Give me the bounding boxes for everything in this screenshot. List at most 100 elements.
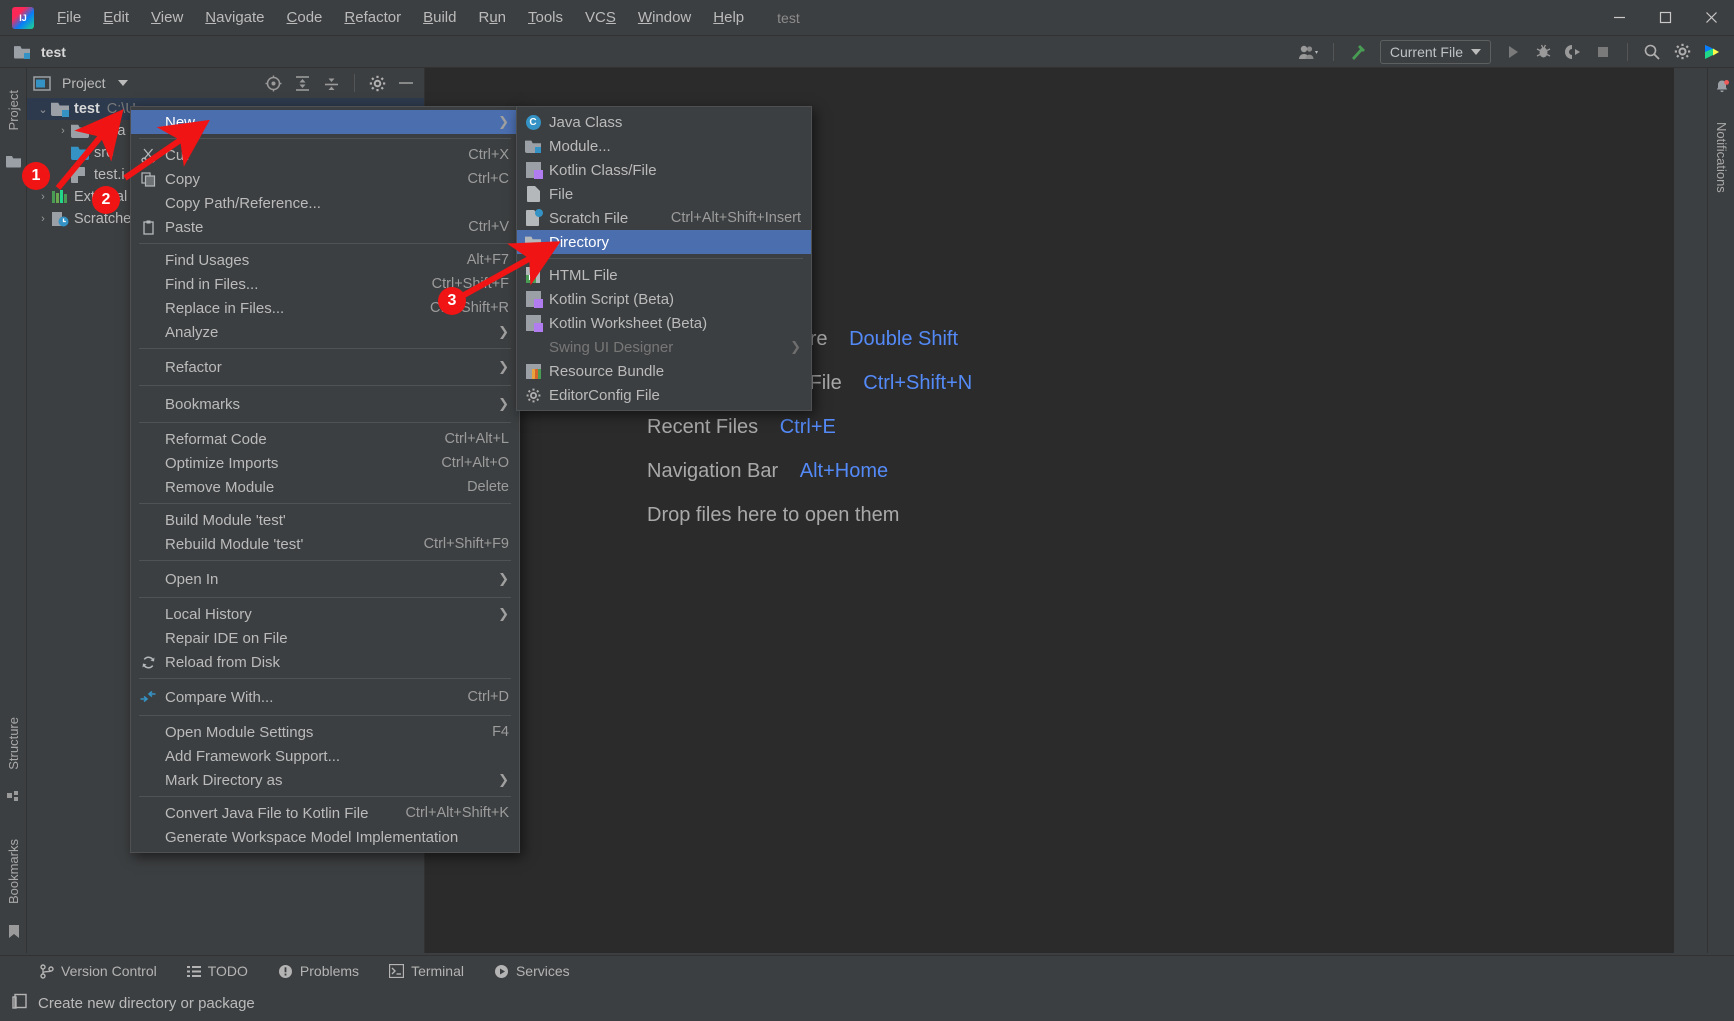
run-button[interactable] — [1499, 39, 1527, 65]
scroll-from-source-icon[interactable] — [265, 75, 282, 92]
scissors-icon — [131, 148, 165, 163]
menu-separator — [139, 678, 511, 679]
expand-all-icon[interactable] — [294, 75, 311, 92]
run-configuration-selector[interactable]: Current File — [1379, 39, 1491, 64]
menu-item-remove-module[interactable]: Remove Module Delete — [131, 475, 519, 499]
project-panel-title: Project — [62, 75, 106, 91]
menu-item-label: Copy — [165, 170, 201, 188]
sidebar-item-bookmarks[interactable]: Bookmarks — [0, 828, 27, 916]
menu-navigate[interactable]: Navigate — [194, 5, 275, 30]
minimize-button[interactable] — [1596, 0, 1642, 36]
menu-tools[interactable]: Tools — [517, 5, 574, 30]
menu-help[interactable]: Help — [702, 5, 755, 30]
collapse-all-icon[interactable] — [323, 75, 340, 92]
menu-refactor[interactable]: Refactor — [333, 5, 412, 30]
menu-run[interactable]: Run — [467, 5, 517, 30]
menu-item-cut[interactable]: Cut Ctrl+X — [131, 143, 519, 167]
menu-file[interactable]: File — [46, 5, 92, 30]
toolwindow-terminal[interactable]: Terminal — [389, 963, 464, 979]
sidebar-item-project[interactable]: Project — [0, 74, 27, 146]
scratch-file-icon — [517, 209, 549, 226]
hint-shortcut: Alt+Home — [799, 460, 889, 482]
breadcrumb[interactable]: test — [14, 44, 66, 60]
menu-item-generate-workspace-model[interactable]: Generate Workspace Model Implementation — [131, 825, 519, 849]
menu-item-label: Local History — [165, 605, 252, 623]
menu-item-paste[interactable]: Paste Ctrl+V — [131, 215, 519, 239]
menu-item-copy-path-reference[interactable]: Copy Path/Reference... — [131, 191, 519, 215]
menu-item-label: Compare With... — [165, 688, 274, 706]
menu-item-local-history[interactable]: Local History ❯ — [131, 602, 519, 626]
menu-item-add-framework-support[interactable]: Add Framework Support... — [131, 744, 519, 768]
menu-item-new[interactable]: New ❯ — [131, 110, 519, 134]
chevron-right-icon: ❯ — [498, 571, 509, 586]
hide-tool-window-icon[interactable] — [398, 75, 414, 91]
close-button[interactable] — [1688, 0, 1734, 36]
sidebar-item-structure[interactable]: Structure — [0, 704, 27, 782]
submenu-item-file[interactable]: File — [517, 182, 811, 206]
menu-vcs[interactable]: VCS — [574, 5, 627, 30]
menu-edit[interactable]: Edit — [92, 5, 140, 30]
toolwindow-todo[interactable]: TODO — [186, 963, 248, 979]
chevron-right-icon[interactable]: › — [35, 191, 51, 203]
menu-item-compare-with[interactable]: Compare With... Ctrl+D — [131, 683, 519, 711]
debug-button[interactable] — [1529, 39, 1557, 65]
chevron-right-icon[interactable]: › — [55, 125, 71, 137]
search-icon[interactable] — [1638, 39, 1666, 65]
menu-code[interactable]: Code — [276, 5, 334, 30]
submenu-item-scratch-file[interactable]: Scratch File Ctrl+Alt+Shift+Insert — [517, 206, 811, 230]
toolwindow-version-control[interactable]: Version Control — [40, 963, 157, 979]
submenu-item-java-class[interactable]: C Java Class — [517, 110, 811, 134]
submenu-item-module[interactable]: Module... — [517, 134, 811, 158]
submenu-item-resource-bundle[interactable]: Resource Bundle — [517, 359, 811, 383]
ai-assistant-icon[interactable] — [1698, 39, 1726, 65]
sidebar-item-notifications[interactable]: Notifications — [1708, 102, 1734, 212]
submenu-item-kotlin-class-file[interactable]: Kotlin Class/File — [517, 158, 811, 182]
run-with-coverage-button[interactable] — [1559, 39, 1587, 65]
menu-item-mark-directory-as[interactable]: Mark Directory as ❯ — [131, 768, 519, 792]
menu-item-optimize-imports[interactable]: Optimize Imports Ctrl+Alt+O — [131, 451, 519, 475]
menu-item-find-usages[interactable]: Find Usages Alt+F7 — [131, 248, 519, 272]
menu-item-label: Open Module Settings — [165, 723, 314, 741]
submenu-item-kotlin-worksheet[interactable]: Kotlin Worksheet (Beta) — [517, 311, 811, 335]
toolwindow-services[interactable]: Services — [494, 963, 570, 979]
menu-item-analyze[interactable]: Analyze ❯ — [131, 320, 519, 344]
menu-item-open-module-settings[interactable]: Open Module Settings F4 — [131, 720, 519, 744]
menu-item-build-module[interactable]: Build Module 'test' — [131, 508, 519, 532]
menu-item-convert-java-to-kotlin[interactable]: Convert Java File to Kotlin File Ctrl+Al… — [131, 801, 519, 825]
libraries-icon — [51, 189, 69, 205]
menu-item-reload-from-disk[interactable]: Reload from Disk — [131, 650, 519, 674]
submenu-item-kotlin-script[interactable]: Kotlin Script (Beta) — [517, 287, 811, 311]
project-view-chevron-down-icon[interactable] — [117, 80, 128, 86]
user-account-icon[interactable] — [1295, 39, 1323, 65]
menu-item-refactor[interactable]: Refactor ❯ — [131, 353, 519, 381]
build-hammer-icon[interactable] — [1344, 39, 1372, 65]
menu-separator — [139, 422, 511, 423]
kotlin-file-icon — [517, 291, 549, 308]
chevron-down-icon[interactable]: ⌄ — [35, 103, 51, 116]
menu-item-repair-ide-on-file[interactable]: Repair IDE on File — [131, 626, 519, 650]
terminal-icon — [389, 964, 405, 978]
menu-build[interactable]: Build — [412, 5, 467, 30]
stop-button[interactable] — [1589, 39, 1617, 65]
chevron-right-icon[interactable]: › — [35, 213, 51, 225]
project-settings-gear-icon[interactable] — [369, 75, 386, 92]
maximize-button[interactable] — [1642, 0, 1688, 36]
submenu-item-directory[interactable]: Directory — [517, 230, 811, 254]
menu-item-rebuild-module[interactable]: Rebuild Module 'test' Ctrl+Shift+F9 — [131, 532, 519, 556]
gear-icon[interactable] — [1668, 39, 1696, 65]
menu-separator — [139, 597, 511, 598]
menu-item-label: Optimize Imports — [165, 454, 279, 472]
menu-item-open-in[interactable]: Open In ❯ — [131, 565, 519, 593]
menu-view[interactable]: View — [140, 5, 194, 30]
resource-bundle-icon — [517, 363, 549, 379]
menu-item-bookmarks[interactable]: Bookmarks ❯ — [131, 390, 519, 418]
submenu-item-html-file[interactable]: HTML File — [517, 263, 811, 287]
notifications-bell-icon[interactable] — [1708, 76, 1734, 98]
chevron-right-icon: ❯ — [498, 359, 509, 374]
menu-item-reformat-code[interactable]: Reformat Code Ctrl+Alt+L — [131, 427, 519, 451]
submenu-item-editorconfig-file[interactable]: EditorConfig File — [517, 383, 811, 407]
toolwindow-problems[interactable]: Problems — [278, 963, 359, 979]
menu-item-copy[interactable]: Copy Ctrl+C — [131, 167, 519, 191]
breadcrumb-label: test — [41, 43, 66, 60]
menu-window[interactable]: Window — [627, 5, 702, 30]
